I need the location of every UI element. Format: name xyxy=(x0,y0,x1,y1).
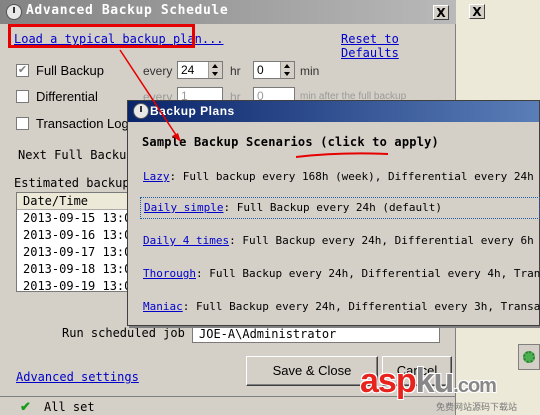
background-close-button[interactable]: X xyxy=(469,4,485,19)
reset-defaults-link[interactable]: Reset to Defaults xyxy=(341,32,455,60)
scenario-lazy[interactable]: Lazy: Full backup every 168h (week), Dif… xyxy=(140,167,540,189)
main-titlebar[interactable]: Advanced Backup Schedule X xyxy=(0,0,456,24)
run-as-label: Run scheduled job as: xyxy=(62,326,214,340)
backup-plans-popup: Backup Plans Sample Backup Scenarios (cl… xyxy=(127,100,540,326)
full-backup-checkbox[interactable]: ✔ xyxy=(16,64,29,77)
list-item[interactable]: 2013-09-19 13:00 xyxy=(17,278,141,291)
run-as-input[interactable]: JOE-A\Administrator xyxy=(192,325,440,343)
scenario-daily-simple[interactable]: Daily simple: Full Backup every 24h (def… xyxy=(140,197,540,219)
list-item[interactable]: 2013-09-15 13:00 xyxy=(17,210,141,227)
clock-icon xyxy=(133,103,149,119)
scenario-link[interactable]: Thorough xyxy=(143,267,196,280)
scenario-link[interactable]: Daily simple xyxy=(144,201,223,214)
clock-icon xyxy=(6,4,22,20)
watermark-logo-part: ku xyxy=(415,362,455,400)
transaction-log-checkbox[interactable] xyxy=(16,117,29,130)
window-title: Advanced Backup Schedule xyxy=(26,3,229,18)
full-minutes-spinner[interactable]: 0 xyxy=(253,61,295,79)
watermark-logo: aspku.com xyxy=(360,362,497,401)
list-item[interactable]: 2013-09-18 13:00 xyxy=(17,261,141,278)
scenario-desc: : Full Backup every 24h (default) xyxy=(223,201,443,214)
scenario-thorough[interactable]: Thorough: Full Backup every 24h, Differe… xyxy=(140,264,540,286)
watermark-logo-part: asp xyxy=(360,362,417,400)
scenario-link[interactable]: Maniac xyxy=(143,300,183,313)
full-every-label: every xyxy=(143,64,173,78)
scenario-maniac[interactable]: Maniac: Full Backup every 24h, Different… xyxy=(140,297,540,319)
schedule-header[interactable]: Date/Time xyxy=(17,193,141,210)
check-icon: ✔ xyxy=(20,399,31,414)
full-backup-label: Full Backup xyxy=(36,63,104,78)
watermark-subtitle: 免费网站源码下载站 xyxy=(436,402,518,412)
scenario-daily-4-times[interactable]: Daily 4 times: Full Backup every 24h, Di… xyxy=(140,231,540,253)
full-min-label: min xyxy=(300,64,320,78)
scenario-desc: : Full Backup every 24h, Differential ev… xyxy=(229,234,534,247)
scenario-desc: : Full Backup every 24h, Differential ev… xyxy=(182,300,540,313)
full-hours-value: 24 xyxy=(181,63,195,77)
transaction-log-label: Transaction Log xyxy=(36,116,129,131)
spinner-arrows-icon[interactable] xyxy=(280,62,294,78)
scenario-link[interactable]: Daily 4 times xyxy=(143,234,229,247)
differential-label: Differential xyxy=(36,89,98,104)
differential-checkbox[interactable] xyxy=(16,90,29,103)
advanced-settings-link[interactable]: Advanced settings xyxy=(16,370,139,384)
spinner-arrows-icon[interactable] xyxy=(208,62,222,78)
watermark-logo-part: .com xyxy=(453,375,497,397)
close-button[interactable]: X xyxy=(433,5,449,20)
schedule-list[interactable]: Date/Time 2013-09-15 13:00 2013-09-16 13… xyxy=(16,192,142,292)
scenario-desc: : Full Backup every 24h, Differential ev… xyxy=(195,267,540,280)
red-annotation-box xyxy=(8,24,195,48)
status-text: All set xyxy=(44,400,95,414)
list-item[interactable]: 2013-09-16 13:00 xyxy=(17,227,141,244)
scenario-desc: : Full backup every 168h (week), Differe… xyxy=(169,170,534,183)
popup-title: Backup Plans xyxy=(150,104,235,118)
full-hr-label: hr xyxy=(230,64,241,78)
full-minutes-value: 0 xyxy=(257,63,264,77)
scenario-link[interactable]: Lazy xyxy=(143,170,170,183)
watermark: aspku.com 免费网站源码下载站 xyxy=(358,362,538,414)
popup-heading: Sample Backup Scenarios (click to apply) xyxy=(142,135,439,149)
popup-titlebar[interactable]: Backup Plans xyxy=(128,101,539,122)
full-hours-spinner[interactable]: 24 xyxy=(177,61,223,79)
list-item[interactable]: 2013-09-17 13:00 xyxy=(17,244,141,261)
